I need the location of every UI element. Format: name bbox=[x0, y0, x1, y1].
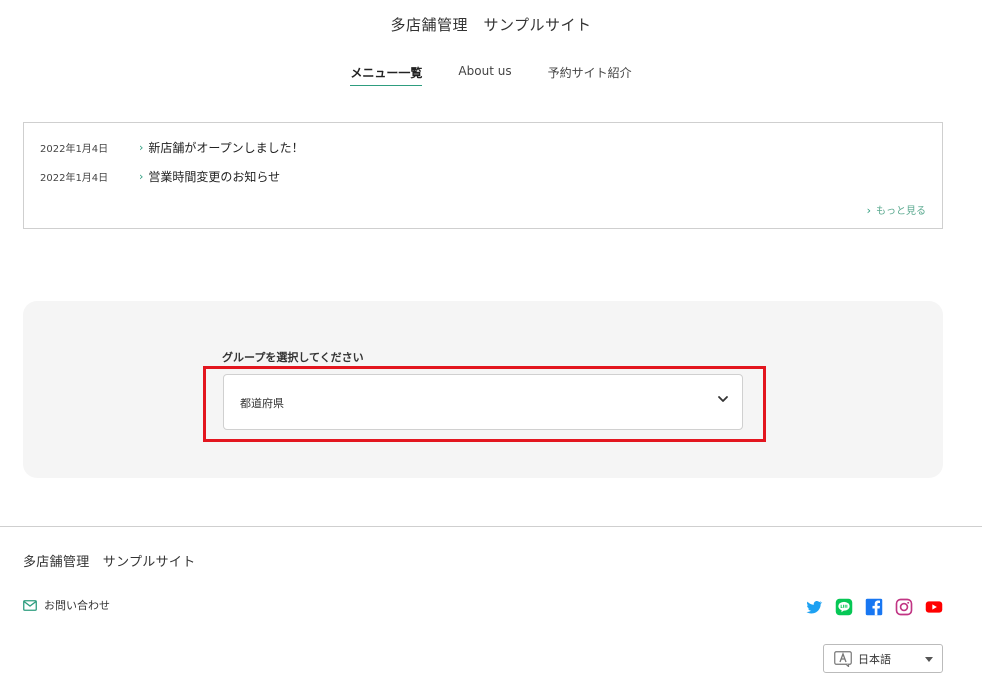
nav-menu-list[interactable]: メニュー一覧 bbox=[350, 64, 423, 86]
chevron-right-icon: › bbox=[139, 170, 144, 183]
news-date: 2022年1月4日 bbox=[40, 173, 109, 184]
dropdown-arrow-icon bbox=[925, 657, 933, 662]
more-link-label: もっと見る bbox=[876, 206, 926, 217]
news-title[interactable]: 営業時間変更のお知らせ bbox=[148, 168, 280, 185]
chevron-right-icon: › bbox=[866, 204, 871, 217]
contact-link[interactable]: お問い合わせ bbox=[23, 597, 110, 613]
language-select[interactable]: 日本語 bbox=[823, 644, 943, 673]
group-select-label: グループを選択してください bbox=[222, 351, 364, 364]
prefecture-select[interactable]: 都道府県 bbox=[223, 374, 743, 430]
news-date: 2022年1月4日 bbox=[40, 144, 109, 155]
twitter-icon[interactable] bbox=[805, 598, 823, 616]
translate-icon bbox=[834, 650, 852, 667]
news-title[interactable]: 新店舗がオープンしました！ bbox=[148, 139, 303, 156]
group-select-panel: グループを選択してください 都道府県 bbox=[23, 301, 943, 478]
line-icon[interactable] bbox=[835, 598, 853, 616]
chevron-down-icon bbox=[718, 396, 728, 402]
more-link[interactable]: › もっと見る bbox=[867, 202, 926, 217]
social-links bbox=[805, 598, 943, 616]
news-item[interactable]: 2022年1月4日 › 新店舗がオープンしました！ bbox=[40, 139, 304, 156]
chevron-right-icon: › bbox=[139, 141, 144, 154]
nav-about-us[interactable]: About us bbox=[458, 64, 511, 86]
footer-site-title[interactable]: 多店舗管理 サンプルサイト bbox=[23, 551, 196, 570]
footer-divider bbox=[0, 526, 982, 527]
nav-reservation-site[interactable]: 予約サイト紹介 bbox=[548, 64, 632, 86]
instagram-icon[interactable] bbox=[895, 598, 913, 616]
mail-icon bbox=[23, 599, 37, 611]
facebook-icon[interactable] bbox=[865, 598, 883, 616]
site-title[interactable]: 多店舗管理 サンプルサイト bbox=[0, 14, 982, 35]
youtube-icon[interactable] bbox=[925, 598, 943, 616]
news-item[interactable]: 2022年1月4日 › 営業時間変更のお知らせ bbox=[40, 168, 280, 185]
prefecture-select-value: 都道府県 bbox=[240, 397, 284, 410]
contact-label: お問い合わせ bbox=[44, 599, 110, 612]
news-box: 2022年1月4日 › 新店舗がオープンしました！ 2022年1月4日 › 営業… bbox=[23, 122, 943, 229]
main-nav: メニュー一覧 About us 予約サイト紹介 bbox=[0, 64, 982, 86]
language-value: 日本語 bbox=[858, 652, 891, 666]
